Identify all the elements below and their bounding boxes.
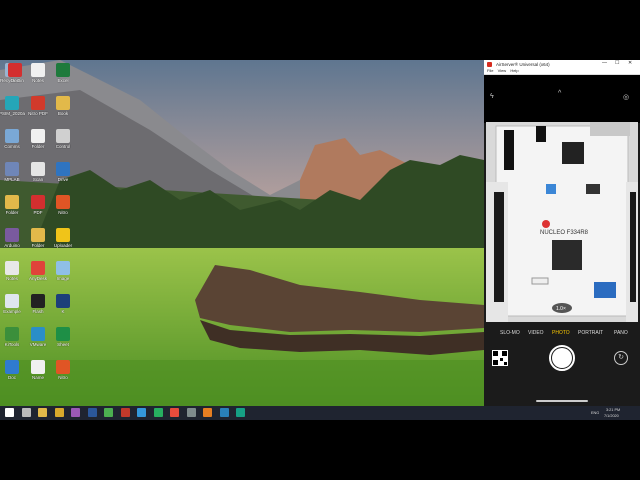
taskbar-pdf-icon[interactable] (120, 408, 130, 417)
mode-pano[interactable]: PANO (614, 330, 628, 336)
app-icon (31, 228, 45, 242)
app-icon (5, 228, 19, 242)
app-icon (31, 195, 45, 209)
airserver-window[interactable]: AirServer® Universal (x64) — ☐ ✕ File Vi… (484, 60, 640, 406)
desktop-icon-label: Uploader (53, 243, 73, 248)
app-icon (5, 96, 19, 110)
menu-help[interactable]: Help (510, 68, 518, 73)
desktop-icon-label: Doc (10, 78, 19, 83)
desktop-screen: Recycle Bin PSIM_2020a Comms MPLAB Folder Ard… (0, 60, 640, 420)
desktop-icon[interactable]: Excel (48, 63, 78, 83)
app-icon (31, 327, 45, 341)
app-icon (56, 129, 70, 143)
desktop-icon-label: Excel (57, 78, 69, 83)
desktop-icon[interactable]: Book (48, 96, 78, 116)
app-icon (56, 195, 70, 209)
qr-code-icon[interactable] (492, 350, 508, 366)
mode-photo[interactable]: PHOTO (552, 330, 570, 336)
maximize-button[interactable]: ☐ (615, 60, 619, 66)
mode-portrait[interactable]: PORTRAIT (578, 330, 603, 336)
taskbar-app6-icon[interactable] (186, 408, 196, 417)
desktop-icon[interactable]: Control (48, 129, 78, 149)
taskbar-app3-icon[interactable] (137, 408, 146, 417)
flash-icon[interactable]: ϟ (490, 93, 494, 100)
home-indicator (536, 400, 588, 402)
desktop-icon-label: K (61, 309, 65, 314)
live-photo-icon[interactable]: ◎ (623, 93, 629, 101)
desktop-icon[interactable]: Sheet (48, 327, 78, 347)
taskbar-app9-icon[interactable] (236, 408, 245, 417)
app-icon (56, 261, 70, 275)
app-icon (5, 195, 19, 209)
desktop-icon-label: Control (55, 144, 71, 149)
app-icon (5, 261, 19, 275)
app-icon (31, 63, 45, 77)
taskbar-app5-icon[interactable] (170, 408, 179, 417)
app-icon (56, 63, 70, 77)
taskbar-chrome-icon[interactable] (54, 408, 64, 417)
desktop-icon-label: Sheet (57, 342, 69, 347)
minimize-button[interactable]: — (602, 60, 607, 66)
mode-video[interactable]: VIDEO (528, 330, 544, 336)
app-icon (31, 96, 45, 110)
chevron-up-icon[interactable]: ^ (558, 90, 561, 97)
desktop-icon[interactable]: Uploader (48, 228, 78, 248)
app-icon (5, 294, 19, 308)
desktop-icon-label: Image (56, 276, 70, 281)
taskbar-app7-icon[interactable] (203, 408, 212, 417)
desktop-icon-label: Nitro (58, 375, 68, 380)
taskbar-app1-icon[interactable] (71, 408, 80, 417)
taskbar: ENG 3:21 PM 7/1/2020 (0, 406, 640, 420)
desktop-icon[interactable]: Drive (48, 162, 78, 182)
input-language[interactable]: ENG (591, 411, 599, 415)
app-icon (31, 129, 45, 143)
taskbar-search-icon[interactable] (21, 408, 31, 417)
switch-camera-icon[interactable]: ↻ (614, 351, 628, 365)
shutter-button[interactable] (552, 348, 572, 368)
app-icon (56, 162, 70, 176)
app-icon (56, 96, 70, 110)
app-icon (31, 261, 45, 275)
menu-file[interactable]: File (487, 68, 493, 73)
app-icon (56, 294, 70, 308)
app-icon (5, 360, 19, 374)
menu-bar: File View Help (484, 68, 640, 75)
clock-date[interactable]: 7/1/2020 (604, 414, 619, 418)
camera-top-bar: ϟ ^ ◎ (484, 75, 640, 123)
app-icon (56, 327, 70, 341)
mode-slo-mo[interactable]: SLO-MO (500, 330, 520, 336)
window-titlebar[interactable]: AirServer® Universal (x64) — ☐ ✕ (484, 60, 640, 68)
app-icon (31, 162, 45, 176)
window-title: AirServer® Universal (x64) (496, 61, 550, 67)
app-icon (5, 327, 19, 341)
app-icon (31, 360, 45, 374)
menu-view[interactable]: View (498, 68, 507, 73)
app-icon (5, 129, 19, 143)
desktop-icon[interactable]: Doc (0, 63, 30, 83)
app-icon (56, 360, 70, 374)
taskbar-app8-icon[interactable] (219, 408, 229, 417)
desktop-icon[interactable]: Image (48, 261, 78, 281)
desktop-icon[interactable]: Nitro (48, 195, 78, 215)
taskbar-start-icon[interactable] (5, 408, 14, 417)
app-icon (8, 63, 22, 77)
desktop-icon[interactable]: K (48, 294, 78, 314)
zoom-indicator[interactable]: 1.0× (556, 306, 566, 312)
desktop-icon-label: Nitro (58, 210, 68, 215)
camera-viewfinder: NUCLEO F334R8 1.0× (486, 122, 638, 322)
app-icon (5, 162, 19, 176)
taskbar-app2-icon[interactable] (104, 408, 113, 417)
desktop-icon[interactable]: Nitro (48, 360, 78, 380)
board-label: NUCLEO F334R8 (540, 230, 589, 236)
clock-time[interactable]: 3:21 PM (606, 408, 620, 412)
taskbar-explorer-icon[interactable] (38, 408, 47, 417)
app-icon (31, 294, 45, 308)
close-button[interactable]: ✕ (628, 60, 632, 66)
taskbar-app4-icon[interactable] (153, 408, 163, 417)
desktop-icon-label: Book (57, 111, 69, 116)
app-icon (56, 228, 70, 242)
desktop-icon-label: Drive (57, 177, 69, 182)
app-icon (487, 61, 492, 67)
taskbar-word-icon[interactable] (87, 408, 97, 417)
